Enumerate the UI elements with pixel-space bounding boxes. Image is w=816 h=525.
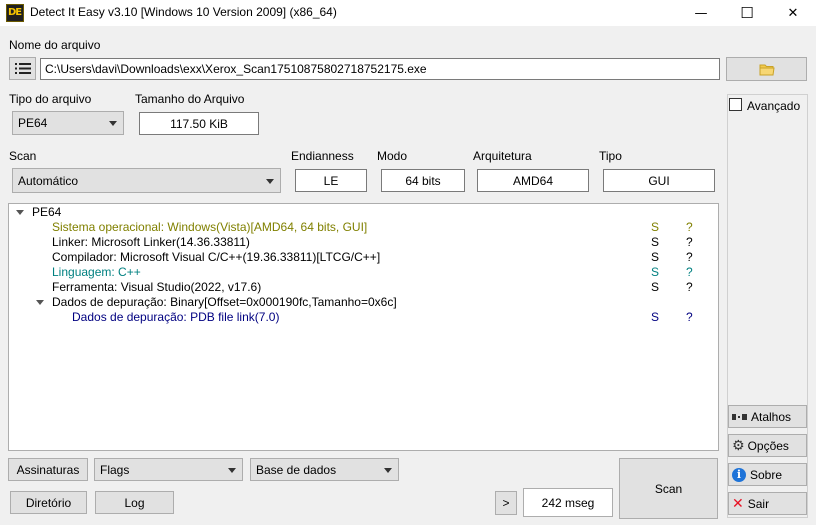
architecture-label: Arquitetura	[473, 149, 532, 163]
info-flag[interactable]: ?	[686, 310, 693, 324]
shortcuts-button[interactable]: Atalhos	[728, 405, 807, 428]
info-flag[interactable]: ?	[686, 280, 693, 294]
chevron-down-icon	[384, 467, 392, 473]
signature-flag[interactable]: S	[651, 235, 659, 249]
about-label: Sobre	[750, 467, 783, 482]
signatures-button[interactable]: Assinaturas	[8, 458, 88, 481]
scan-time-display: 242 mseg	[523, 488, 613, 517]
file-type-select[interactable]: PE64	[12, 111, 124, 135]
exit-icon: ✕	[732, 495, 744, 512]
signature-flag[interactable]: S	[651, 220, 659, 234]
file-size-label: Tamanho do Arquivo	[135, 92, 245, 106]
scan-button[interactable]: Scan	[619, 458, 718, 519]
tree-item-tool[interactable]: Ferramenta: Visual Studio(2022, v17.6)	[52, 280, 261, 294]
directory-button[interactable]: Diretório	[10, 491, 87, 514]
results-tree[interactable]: PE64 Sistema operacional: Windows(Vista)…	[8, 203, 719, 451]
mode-label: Modo	[377, 149, 408, 163]
database-value: Base de dados	[256, 462, 337, 477]
type-label: Tipo	[599, 149, 622, 163]
about-button[interactable]: i Sobre	[728, 463, 807, 486]
flags-value: Flags	[100, 462, 130, 477]
scan-mode-select[interactable]: Automático	[12, 168, 281, 193]
log-button[interactable]: Log	[95, 491, 174, 514]
file-type-label: Tipo do arquivo	[9, 92, 92, 106]
browse-file-button[interactable]	[726, 57, 807, 81]
maximize-button[interactable]: ☐	[724, 0, 770, 26]
scan-mode-value: Automático	[18, 173, 79, 188]
tree-item-debug-data[interactable]: Dados de depuração: Binary[Offset=0x0001…	[52, 295, 397, 309]
tree-root-item[interactable]: PE64	[32, 205, 61, 219]
chevron-down-icon	[228, 467, 236, 473]
endianness-label: Endianness	[291, 149, 354, 163]
shortcuts-label: Atalhos	[751, 409, 792, 424]
app-logo-icon: DE	[6, 4, 24, 22]
info-flag[interactable]: ?	[686, 235, 693, 249]
tree-item-language[interactable]: Linguagem: C++	[52, 265, 141, 279]
file-type-value: PE64	[18, 116, 48, 130]
info-icon: i	[732, 467, 746, 482]
database-select[interactable]: Base de dados	[250, 458, 399, 481]
close-button[interactable]: ✕	[770, 0, 816, 26]
exit-button[interactable]: ✕ Sair	[728, 492, 807, 515]
scan-label: Scan	[9, 149, 37, 163]
menu-button[interactable]	[9, 57, 36, 80]
tree-item-compiler[interactable]: Compilador: Microsoft Visual C/C++(19.36…	[52, 250, 380, 264]
tree-item-debug-pdb[interactable]: Dados de depuração: PDB file link(7.0)	[72, 310, 279, 324]
folder-icon	[759, 64, 775, 75]
file-path-input[interactable]: C:\Users\davi\Downloads\exx\Xerox_Scan17…	[40, 58, 720, 80]
minimize-button[interactable]: —	[678, 0, 724, 26]
signature-flag[interactable]: S	[651, 310, 659, 324]
tree-item-os-text: Sistema operacional: Windows(Vista)[AMD6…	[52, 220, 368, 234]
window-title: Detect It Easy v3.10 [Windows 10 Version…	[30, 5, 337, 19]
flags-select[interactable]: Flags	[94, 458, 243, 481]
advanced-checkbox[interactable]	[729, 98, 742, 111]
advanced-label: Avançado	[747, 99, 801, 113]
signature-flag[interactable]: S	[651, 280, 659, 294]
info-flag[interactable]: ?	[686, 250, 693, 264]
file-name-label: Nome do arquivo	[9, 38, 101, 52]
info-flag[interactable]: ?	[686, 220, 693, 234]
signature-flag[interactable]: S	[651, 265, 659, 279]
type-value: GUI	[603, 169, 715, 192]
chevron-down-icon	[266, 178, 274, 184]
exit-label: Sair	[747, 496, 770, 511]
gear-icon: ⚙	[732, 437, 745, 454]
file-size-value: 117.50 KiB	[139, 112, 259, 135]
options-button[interactable]: ⚙ Opções	[728, 434, 807, 457]
next-button[interactable]: >	[495, 491, 517, 515]
hamburger-menu-icon	[14, 63, 31, 74]
architecture-value: AMD64	[477, 169, 589, 192]
expand-arrow-icon[interactable]	[16, 210, 24, 215]
tree-item-os[interactable]: Sistema operacional: Windows(Vista)[AMD6…	[52, 220, 367, 234]
expand-arrow-icon[interactable]	[36, 300, 44, 305]
title-bar: DE Detect It Easy v3.10 [Windows 10 Vers…	[0, 0, 816, 26]
signature-flag[interactable]: S	[651, 250, 659, 264]
shortcuts-icon	[732, 413, 747, 420]
endianness-value: LE	[295, 169, 367, 192]
tree-item-linker[interactable]: Linker: Microsoft Linker(14.36.33811)	[52, 235, 250, 249]
chevron-down-icon	[109, 121, 117, 126]
info-flag[interactable]: ?	[686, 265, 693, 279]
mode-value: 64 bits	[381, 169, 465, 192]
options-label: Opções	[747, 438, 789, 453]
